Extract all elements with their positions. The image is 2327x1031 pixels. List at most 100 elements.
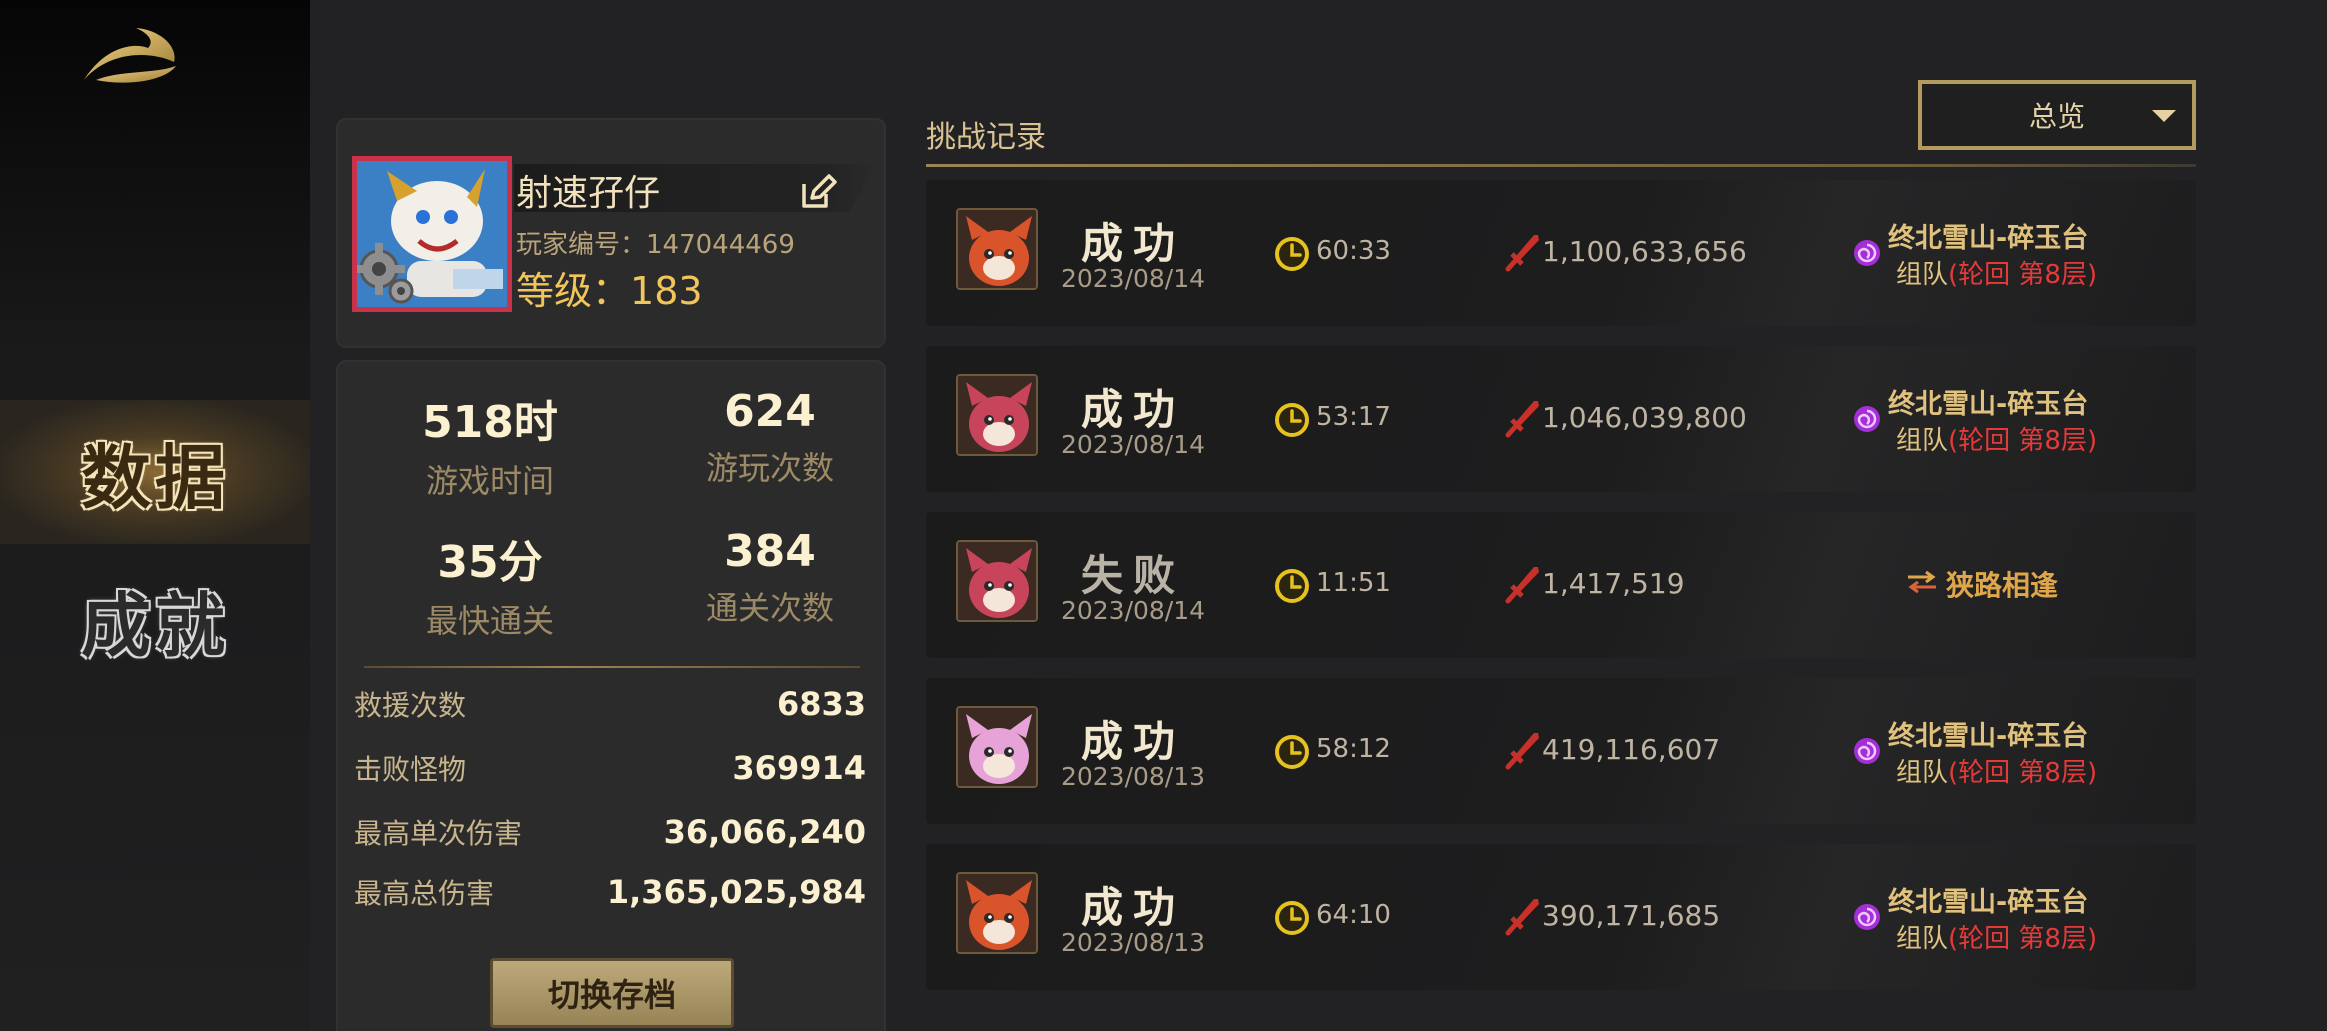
record-date: 2023/08/14 xyxy=(1060,430,1206,459)
stat-row-max-single-damage: 最高单次伤害 36,066,240 xyxy=(354,812,866,852)
record-damage: 419,116,607 xyxy=(1542,733,1721,766)
record-damage: 390,171,685 xyxy=(1542,899,1721,932)
record-team: 组队 xyxy=(1896,426,1949,456)
stat-row-value: 36,066,240 xyxy=(663,813,866,851)
record-avatar xyxy=(956,374,1038,456)
stat-row-max-total-damage: 最高总伤害 1,365,025,984 xyxy=(354,872,866,912)
gear-icon[interactable] xyxy=(352,239,419,309)
records-divider xyxy=(926,164,2196,167)
stat-value: 624 xyxy=(724,386,816,437)
records-filter-dropdown[interactable]: 总览 xyxy=(1918,80,2196,150)
level-label: 等级： xyxy=(516,269,631,313)
stats-panel: 518时 游戏时间 624 游玩次数 35分 最快通关 384 通关次数 救援次… xyxy=(336,360,886,1031)
sword-icon xyxy=(1505,235,1539,272)
record-mode-detail: (轮回 第8层) xyxy=(1948,260,2098,290)
nav-item-achievements[interactable]: 成就 xyxy=(0,548,310,692)
stat-row-value: 6833 xyxy=(776,685,866,723)
record-location: 终北雪山-碎玉台 xyxy=(1888,721,2089,752)
level-value: 183 xyxy=(630,269,703,313)
record-location: 终北雪山-碎玉台 xyxy=(1888,389,2089,420)
record-row[interactable]: 失败 2023/08/14 11:51 1,417,519 狭路相逢 xyxy=(926,512,2196,658)
caret-down-icon xyxy=(2152,110,2176,122)
record-result: 成功 xyxy=(1080,219,1185,268)
portal-icon xyxy=(1854,406,1880,432)
stat-row-rescues: 救援次数 6833 xyxy=(354,684,866,724)
stat-value: 518时 xyxy=(422,397,558,448)
hero-portrait-icon xyxy=(958,874,1036,952)
hero-portrait-icon xyxy=(958,376,1036,454)
dropdown-value: 总览 xyxy=(2028,100,2085,133)
record-result: 成功 xyxy=(1080,883,1185,932)
stat-row-label: 最高总伤害 xyxy=(354,877,495,910)
record-avatar xyxy=(956,208,1038,290)
record-mode-line: 组队(轮回 第8层) xyxy=(1896,420,2097,457)
player-id-value: 147044469 xyxy=(646,230,795,260)
player-level: 等级：183 xyxy=(516,260,703,315)
stat-label: 最快通关 xyxy=(425,602,554,640)
stat-row-label: 击败怪物 xyxy=(354,753,467,786)
avatar[interactable] xyxy=(352,156,512,312)
portal-icon xyxy=(1854,904,1880,930)
crossed-arrows-icon xyxy=(1908,570,1936,594)
stat-value: 384 xyxy=(724,526,816,577)
record-row[interactable]: 成功 2023/08/14 53:17 1,046,039,800 终北雪山-碎玉台 组队… xyxy=(926,346,2196,492)
record-row[interactable]: 成功 2023/08/14 60:33 1,100,633,656 终北雪山-碎玉台组队… xyxy=(926,180,2196,326)
player-name: 射速孖仔 xyxy=(516,173,661,214)
stat-value: 35分 xyxy=(437,537,543,588)
record-location: 终北雪山-碎玉台 xyxy=(1888,887,2089,918)
player-id-label: 玩家编号： xyxy=(516,230,647,260)
clock-icon xyxy=(1275,569,1309,603)
hero-portrait-icon xyxy=(958,210,1036,288)
portal-icon xyxy=(1854,738,1880,764)
clock-icon xyxy=(1275,403,1309,437)
record-time: 58:12 xyxy=(1316,734,1391,764)
record-mode: 狭路相逢 xyxy=(1946,569,2059,602)
record-time: 60:33 xyxy=(1316,236,1391,266)
sword-icon xyxy=(1505,567,1539,604)
stat-label: 通关次数 xyxy=(705,589,834,627)
sword-icon xyxy=(1505,899,1539,936)
edit-icon[interactable] xyxy=(798,172,838,212)
stat-row-label: 最高单次伤害 xyxy=(354,817,523,850)
sword-icon xyxy=(1505,733,1539,770)
record-time: 11:51 xyxy=(1316,568,1391,598)
clock-icon xyxy=(1275,237,1309,271)
record-damage: 1,100,633,656 xyxy=(1542,235,1747,268)
record-avatar xyxy=(956,872,1038,954)
record-mode-line: 组队(轮回 第8层) xyxy=(1896,752,2097,789)
record-time: 64:10 xyxy=(1316,900,1391,930)
record-date: 2023/08/14 xyxy=(1060,264,1206,293)
stat-play-time: 518时 游戏时间 xyxy=(370,386,610,502)
hero-portrait-icon xyxy=(958,708,1036,786)
records-title: 挑战记录 xyxy=(926,120,1046,155)
record-team: 组队 xyxy=(1896,924,1949,954)
record-date: 2023/08/14 xyxy=(1060,596,1206,625)
record-row[interactable]: 成功 2023/08/13 58:12 419,116,607 终北雪山-碎玉台 组队(轮… xyxy=(926,678,2196,824)
switch-save-button[interactable]: 切换存档 xyxy=(490,958,734,1028)
record-time: 53:17 xyxy=(1316,402,1391,432)
nav-item-data[interactable]: 数据 xyxy=(0,400,310,544)
record-location: 终北雪山-碎玉台 xyxy=(1888,223,2089,254)
record-result: 成功 xyxy=(1080,717,1185,766)
record-date: 2023/08/13 xyxy=(1060,762,1206,791)
hero-portrait-icon xyxy=(958,542,1036,620)
record-mode-detail: (轮回 第8层) xyxy=(1948,924,2098,954)
record-damage: 1,046,039,800 xyxy=(1542,401,1747,434)
dragon-logo-icon xyxy=(84,28,176,83)
stat-clear-count: 384 通关次数 xyxy=(650,526,890,629)
record-mode-detail: (轮回 第8层) xyxy=(1948,758,2098,788)
stat-label: 游戏时间 xyxy=(425,462,554,500)
record-row[interactable]: 成功 2023/08/13 64:10 390,171,685 终北雪山-碎玉台组队(轮… xyxy=(926,844,2196,990)
profile-card: 射速孖仔 玩家编号：147044469 等级：183 xyxy=(336,118,886,348)
side-nav: 数据 成就 xyxy=(0,0,310,1031)
stat-fastest-clear: 35分 最快通关 xyxy=(370,526,610,642)
sword-icon xyxy=(1505,401,1539,438)
portal-icon xyxy=(1854,240,1880,266)
clock-icon xyxy=(1275,735,1309,769)
record-team: 组队 xyxy=(1896,260,1949,290)
stat-row-value: 369914 xyxy=(732,749,866,787)
record-date: 2023/08/13 xyxy=(1060,928,1206,957)
clock-icon xyxy=(1275,901,1309,935)
stat-row-label: 救援次数 xyxy=(354,689,467,722)
record-team: 组队 xyxy=(1896,758,1949,788)
